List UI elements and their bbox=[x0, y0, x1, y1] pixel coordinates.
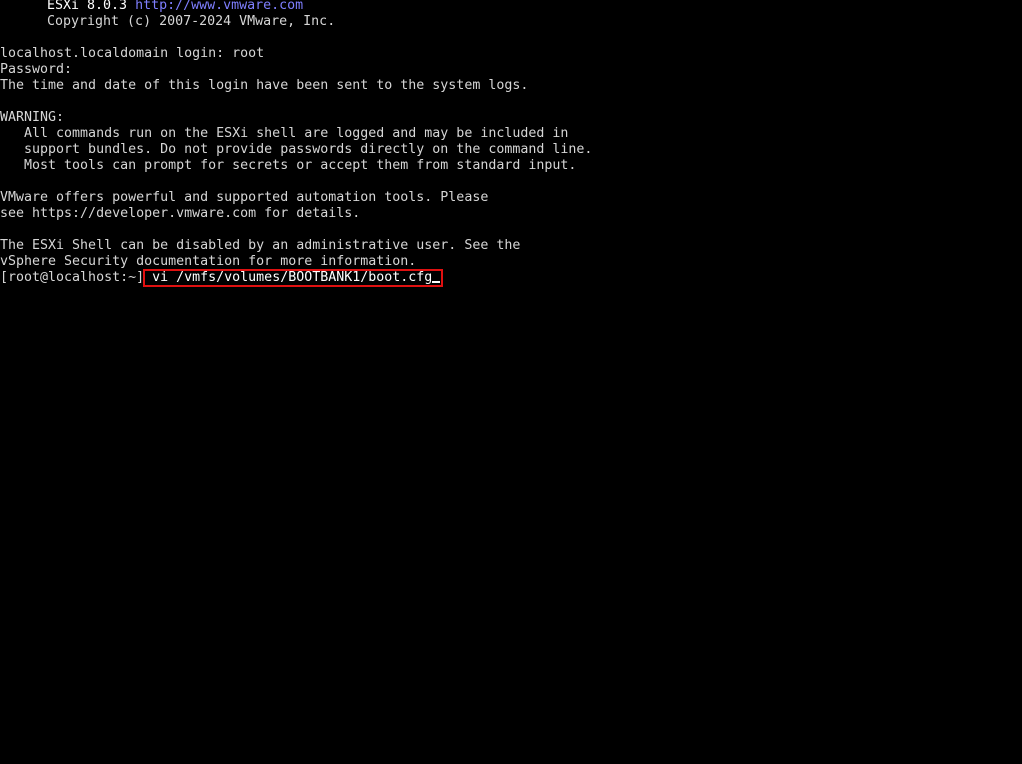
shell-notice-line: vSphere Security documentation for more … bbox=[0, 254, 417, 269]
automation-line: see https://developer.vmware.com for det… bbox=[0, 206, 361, 221]
banner-line: ESXi 8.0.3 http://www.vmware.com bbox=[0, 0, 303, 14]
login-logged-notice: The time and date of this login have bee… bbox=[0, 78, 529, 93]
warning-line: support bundles. Do not provide password… bbox=[0, 142, 593, 157]
warning-line: Most tools can prompt for secrets or acc… bbox=[0, 158, 577, 173]
command-highlight-box bbox=[143, 269, 443, 287]
warning-line: All commands run on the ESXi shell are l… bbox=[0, 126, 569, 141]
copyright-line: Copyright (c) 2007-2024 VMware, Inc. bbox=[47, 14, 336, 29]
login-line: localhost.localdomain login: root bbox=[0, 46, 265, 61]
password-line: Password: bbox=[0, 62, 73, 77]
shell-prompt: [root@localhost:~] bbox=[0, 270, 153, 285]
esxi-console-screen[interactable]: ESXi 8.0.3 http://www.vmware.com Copyrig… bbox=[0, 0, 1022, 764]
vmware-url: http://www.vmware.com bbox=[135, 0, 304, 13]
product-version: ESXi 8.0.3 bbox=[47, 0, 128, 13]
shell-notice-line: The ESXi Shell can be disabled by an adm… bbox=[0, 238, 521, 253]
warning-title: WARNING: bbox=[0, 110, 65, 125]
automation-line: VMware offers powerful and supported aut… bbox=[0, 190, 489, 205]
